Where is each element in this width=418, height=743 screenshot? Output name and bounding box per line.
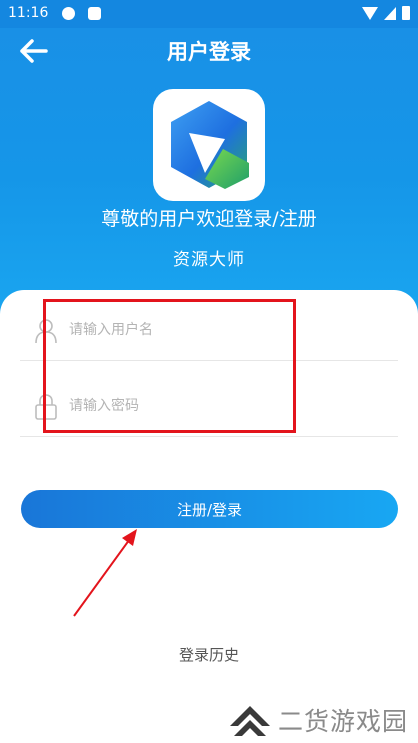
- annotation-highlight-box: [43, 299, 296, 433]
- brand-name: 资源大师: [173, 250, 245, 270]
- app-logo-icon: [171, 101, 249, 189]
- battery-icon: [402, 6, 410, 20]
- welcome-text: 尊敬的用户欢迎登录/注册: [101, 208, 317, 230]
- watermark-text: 二货游戏园: [278, 707, 409, 736]
- watermark-logo-icon: [230, 706, 270, 736]
- watermark: 二货游戏园: [226, 702, 418, 743]
- app-notification-icon: [62, 7, 75, 20]
- app-logo: [153, 89, 265, 201]
- status-bar: 11:16: [0, 0, 418, 28]
- annotation-arrow-icon: [73, 529, 137, 617]
- login-history-link[interactable]: 登录历史: [0, 644, 418, 665]
- signal-icon: [384, 6, 396, 20]
- app-notification-icon: [88, 7, 101, 20]
- wifi-icon: [362, 6, 378, 20]
- status-indicators: [362, 6, 410, 20]
- status-time: 11:16: [8, 5, 49, 21]
- page-title: 用户登录: [167, 40, 251, 64]
